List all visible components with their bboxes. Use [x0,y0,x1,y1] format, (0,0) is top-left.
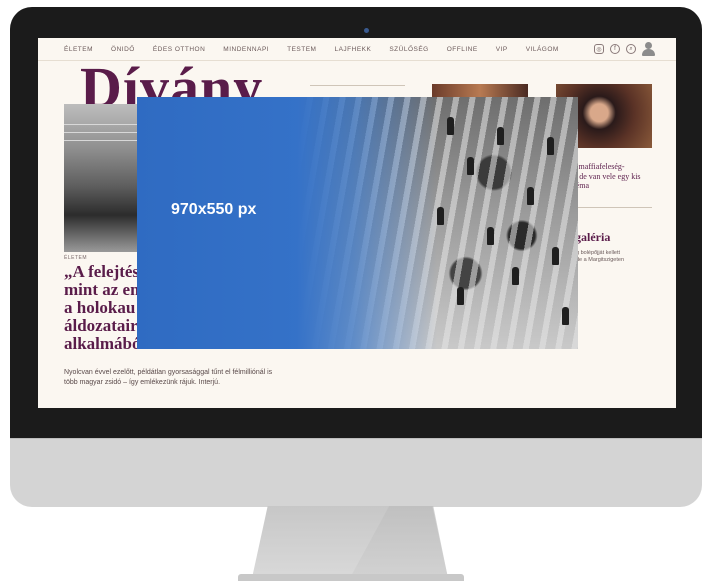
monitor-stand-foot [238,574,464,581]
search-icon[interactable]: ⌕ [626,44,636,54]
gallery-lead-line: g bolépőjját kellett [576,250,621,256]
webcam-icon [364,28,369,33]
ad-gradient [297,97,437,349]
side-photo-top[interactable] [432,84,528,98]
ad-size-label: 970x550 px [171,201,257,218]
side-headline-line: t, de van vele egy kis [573,171,641,181]
article-category[interactable]: ÉLETEM [64,255,87,261]
nav-icon-group: ◎ f ⌕ [594,42,655,56]
monitor-chin [10,438,702,507]
nav-item-vip[interactable]: VIP [496,46,508,53]
nav-item-vilagom[interactable]: VILÁGOM [526,46,559,53]
nav-item-eletem[interactable]: ÉLETEM [64,46,93,53]
article-lead: Nyolcvan évvel ezelőtt, példátlan gyorsa… [64,369,273,386]
instagram-icon[interactable]: ◎ [594,44,604,54]
nav-item-offline[interactable]: OFFLINE [447,46,478,53]
gallery-lead-line: de a Margitszigeten [576,257,624,263]
ad-banner[interactable]: 970x550 px [137,97,578,349]
user-avatar-icon[interactable] [642,42,655,56]
nav-item-edes-otthon[interactable]: ÉDES OTTHON [153,46,205,53]
gallery-lead: g bolépőjját kellett de a Margitszigeten [576,250,652,264]
nav-item-lajfhekk[interactable]: LAJFHEKK [334,46,371,53]
nav-item-szuloseg[interactable]: SZÜLŐSÉG [389,46,428,53]
nav-item-mindennapi[interactable]: MINDENNAPI [223,46,269,53]
divider [310,85,405,86]
nav-item-testem[interactable]: TESTEM [287,46,316,53]
facebook-icon[interactable]: f [610,44,620,54]
article-photo[interactable] [64,104,138,252]
side-headline-line: réma [573,181,589,190]
side-headline-line: a maffiafeleség- [573,162,625,171]
nav-item-onido[interactable]: ÖNIDŐ [111,46,135,53]
side-article-headline[interactable]: a maffiafeleség- t, de van vele egy kis … [573,162,663,191]
